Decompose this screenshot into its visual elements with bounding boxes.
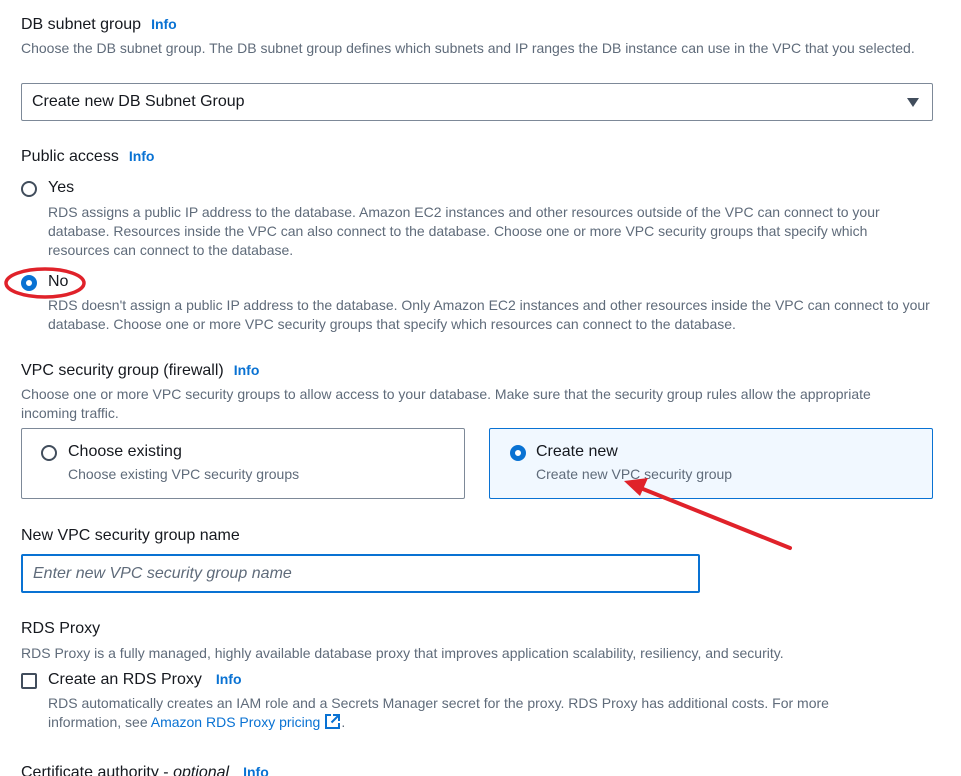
certificate-authority-heading: Certificate authority - optional Info xyxy=(21,764,269,776)
tile-create-new[interactable]: Create new Create new VPC security group xyxy=(489,428,933,499)
certificate-info-link[interactable]: Info xyxy=(243,764,269,776)
certificate-optional-tag: optional xyxy=(173,764,230,776)
new-sg-name-input[interactable] xyxy=(21,554,700,593)
choose-existing-description: Choose existing VPC security groups xyxy=(68,466,300,482)
public-access-info-link[interactable]: Info xyxy=(129,148,155,164)
public-access-label: Public access xyxy=(21,148,119,165)
tile-choose-existing[interactable]: Choose existing Choose existing VPC secu… xyxy=(21,428,465,499)
public-access-yes-description: RDS assigns a public IP address to the d… xyxy=(48,204,880,258)
pricing-prefix: information, see xyxy=(48,714,151,730)
create-new-description: Create new VPC security group xyxy=(536,466,733,482)
subnet-group-info-link[interactable]: Info xyxy=(151,16,177,32)
pricing-suffix: . xyxy=(341,714,346,730)
rds-proxy-label: RDS Proxy xyxy=(21,620,101,637)
subnet-group-label: DB subnet group xyxy=(21,16,142,33)
vpc-sg-info-link[interactable]: Info xyxy=(234,362,260,378)
create-rds-proxy-checkbox[interactable] xyxy=(21,673,37,689)
rds-proxy-pricing-link[interactable]: Amazon RDS Proxy pricing xyxy=(151,714,321,730)
choose-existing-radio[interactable] xyxy=(41,445,57,461)
vpc-sg-label: VPC security group (firewall) xyxy=(21,362,224,379)
subnet-group-heading: DB subnet group Info xyxy=(21,16,177,34)
vpc-sg-description: Choose one or more VPC security groups t… xyxy=(21,386,871,421)
rds-connectivity-settings: DB subnet group Info Choose the DB subnet… xyxy=(0,0,961,776)
public-access-no-radio[interactable] xyxy=(21,275,37,291)
external-link-icon[interactable] xyxy=(324,713,341,735)
rds-proxy-description: RDS Proxy is a fully managed, highly ava… xyxy=(21,645,784,661)
public-access-heading: Public access Info xyxy=(21,148,154,166)
create-rds-proxy-info-link[interactable]: Info xyxy=(216,671,242,687)
new-sg-name-label: New VPC security group name xyxy=(21,527,240,544)
public-access-no-label[interactable]: No xyxy=(48,273,68,291)
public-access-yes-label[interactable]: Yes xyxy=(48,179,74,197)
highlight-ellipse xyxy=(4,267,86,299)
create-rds-proxy-description: RDS automatically creates an IAM role an… xyxy=(48,694,928,735)
create-rds-proxy-heading: Create an RDS Proxy Info xyxy=(48,671,242,689)
choose-existing-label: Choose existing xyxy=(68,443,182,460)
create-rds-proxy-description-line2: information, see Amazon RDS Proxy pricin… xyxy=(48,713,928,735)
create-new-radio[interactable] xyxy=(510,445,526,461)
create-rds-proxy-description-line1: RDS automatically creates an IAM role an… xyxy=(48,695,829,711)
create-rds-proxy-label[interactable]: Create an RDS Proxy xyxy=(48,671,202,688)
public-access-no-description: RDS doesn't assign a public IP address t… xyxy=(48,297,930,332)
subnet-group-selected-value: Create new DB Subnet Group xyxy=(32,93,245,110)
public-access-yes-radio[interactable] xyxy=(21,181,37,197)
caret-down-icon xyxy=(907,98,919,107)
subnet-group-description: Choose the DB subnet group. The DB subne… xyxy=(21,40,915,56)
subnet-group-select[interactable]: Create new DB Subnet Group xyxy=(21,83,933,121)
vpc-sg-heading: VPC security group (firewall) Info xyxy=(21,362,259,380)
certificate-authority-label: Certificate authority - xyxy=(21,764,174,776)
create-new-label: Create new xyxy=(536,443,618,460)
